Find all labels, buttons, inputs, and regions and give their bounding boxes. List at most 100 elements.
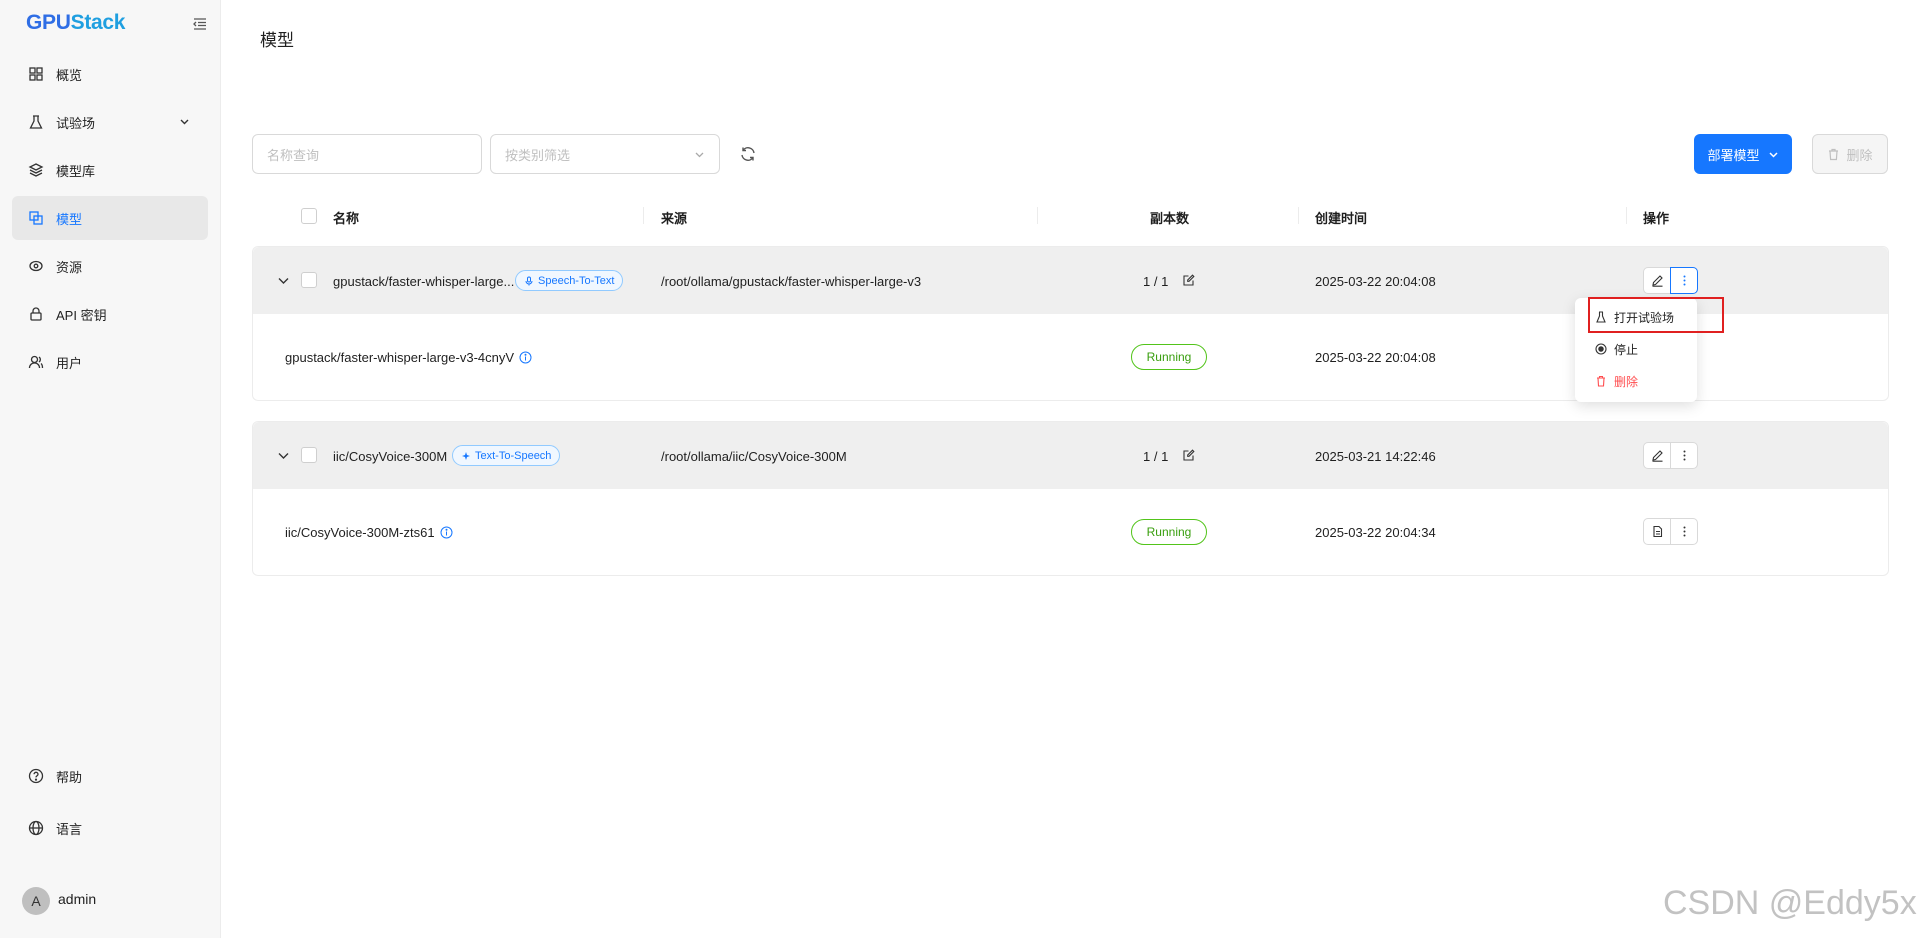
column-header-replicas[interactable]: 副本数 [1150, 208, 1189, 227]
sidebar-item-overview[interactable]: 概览 [12, 52, 208, 96]
models-icon [29, 211, 43, 225]
row-actions [1643, 442, 1698, 469]
resources-icon [29, 260, 43, 272]
refresh-icon[interactable] [739, 145, 757, 163]
edit-icon [1651, 275, 1663, 287]
watermark: CSDN @Eddy5x [1663, 884, 1917, 922]
column-header-created[interactable]: 创建时间 [1315, 208, 1367, 227]
logs-icon [1652, 525, 1662, 538]
deploy-model-button[interactable]: 部署模型 [1694, 134, 1792, 174]
column-divider [1037, 207, 1038, 224]
info-icon[interactable] [440, 526, 453, 539]
edit-button[interactable] [1643, 267, 1671, 294]
model-source: /root/ollama/gpustack/faster-whisper-lar… [661, 274, 922, 289]
instance-name: gpustack/faster-whisper-large-v3-4cnyV [285, 350, 515, 365]
column-header-actions: 操作 [1643, 211, 1670, 226]
sidebar-item-label: API 密钥 [56, 307, 107, 323]
sidebar-item-label: 概览 [56, 67, 83, 83]
sidebar-item-users[interactable]: 用户 [12, 340, 208, 384]
logo-text-gpu: GPU [26, 11, 71, 34]
more-vertical-icon [1683, 275, 1685, 286]
menu-item-delete[interactable]: 删除 [1575, 368, 1697, 394]
batch-delete-label: 删除 [1846, 147, 1873, 163]
sidebar-item-label: 帮助 [56, 769, 83, 785]
edit-replicas-icon[interactable] [1183, 274, 1195, 286]
select-all-checkbox[interactable] [301, 208, 317, 224]
replica-count: 1 / 1 [1143, 274, 1169, 289]
highlight-box [1588, 297, 1724, 333]
category-tag: Text-To-Speech [452, 445, 561, 466]
category-tag-label: Speech-To-Text [538, 274, 615, 287]
model-group: iic/CosyVoice-300M Text-To-Speech /root/… [252, 421, 1889, 576]
sidebar-item-label: 模型库 [56, 163, 96, 179]
chevron-down-icon [695, 152, 704, 158]
status-badge: Running [1131, 519, 1207, 545]
category-filter-select[interactable]: 按类别筛选 [490, 134, 720, 174]
sidebar-item-label: 语言 [56, 821, 83, 837]
sidebar: GPUStack 概览 试验场 模型库 模型 资源 API 密钥 用户 帮助 语… [0, 0, 221, 938]
sidebar-item-playground[interactable]: 试验场 [12, 100, 208, 144]
column-header-source[interactable]: 来源 [661, 208, 687, 227]
view-logs-button[interactable] [1643, 518, 1671, 545]
created-time: 2025-03-22 20:04:08 [1315, 274, 1436, 289]
instance-actions [1643, 518, 1698, 545]
edit-button[interactable] [1643, 442, 1671, 469]
app-logo[interactable]: GPUStack [26, 11, 125, 35]
instance-created-time: 2025-03-22 20:04:34 [1315, 525, 1436, 540]
model-name[interactable]: gpustack/faster-whisper-large... [333, 274, 514, 289]
more-actions-button[interactable] [1670, 442, 1698, 469]
model-name[interactable]: iic/CosyVoice-300M [333, 449, 447, 464]
trash-icon [1829, 148, 1839, 160]
chevron-down-icon[interactable] [277, 274, 290, 287]
category-tag: Speech-To-Text [515, 270, 624, 291]
user-name[interactable]: admin [58, 891, 96, 907]
more-actions-button[interactable] [1670, 267, 1698, 294]
row-checkbox[interactable] [301, 447, 317, 463]
lock-icon [30, 307, 42, 321]
sidebar-item-label: 试验场 [56, 115, 96, 131]
row-checkbox[interactable] [301, 272, 317, 288]
model-source: /root/ollama/iic/CosyVoice-300M [661, 449, 847, 464]
instance-row[interactable]: iic/CosyVoice-300M-zts61 [285, 525, 453, 540]
search-input[interactable]: 名称查询 [252, 134, 482, 174]
globe-icon [28, 820, 44, 836]
column-header-name[interactable]: 名称 [333, 208, 359, 227]
batch-delete-button[interactable]: 删除 [1812, 134, 1888, 174]
avatar[interactable]: A [22, 887, 50, 915]
edit-replicas-icon[interactable] [1183, 449, 1195, 461]
filter-placeholder: 按类别筛选 [505, 147, 571, 163]
edit-icon [1651, 450, 1663, 462]
instance-row[interactable]: gpustack/faster-whisper-large-v3-4cnyV [285, 350, 532, 365]
sidebar-item-models[interactable]: 模型 [12, 196, 208, 240]
menu-item-stop[interactable]: 停止 [1575, 336, 1697, 362]
sparkle-icon [462, 451, 470, 460]
sidebar-item-api-keys[interactable]: API 密钥 [12, 292, 208, 336]
sidebar-item-label: 资源 [56, 259, 83, 275]
more-vertical-icon [1683, 526, 1685, 537]
sidebar-item-help[interactable]: 帮助 [12, 754, 208, 798]
sidebar-item-label: 模型 [56, 211, 83, 227]
collapse-menu-icon[interactable] [193, 17, 207, 31]
chevron-down-icon[interactable] [277, 449, 290, 462]
page-title: 模型 [260, 31, 294, 50]
chevron-down-icon [180, 119, 189, 125]
stop-icon [1595, 343, 1607, 355]
instance-created-time: 2025-03-22 20:04:08 [1315, 350, 1436, 365]
info-icon[interactable] [519, 351, 532, 364]
column-divider [1626, 207, 1627, 224]
column-divider [1298, 207, 1299, 224]
flask-icon [29, 115, 43, 129]
sidebar-item-resources[interactable]: 资源 [12, 244, 208, 288]
trash-icon [1597, 375, 1605, 387]
sidebar-item-model-catalog[interactable]: 模型库 [12, 148, 208, 192]
instance-name: iic/CosyVoice-300M-zts61 [285, 525, 435, 540]
menu-item-label: 删除 [1614, 374, 1639, 389]
replica-count: 1 / 1 [1143, 449, 1169, 464]
created-time: 2025-03-21 14:22:46 [1315, 449, 1436, 464]
layers-icon [28, 163, 44, 177]
category-tag-label: Text-To-Speech [475, 449, 552, 462]
dashboard-icon [29, 67, 43, 81]
more-actions-button[interactable] [1670, 518, 1698, 545]
help-icon [28, 768, 44, 784]
sidebar-item-language[interactable]: 语言 [12, 806, 208, 850]
